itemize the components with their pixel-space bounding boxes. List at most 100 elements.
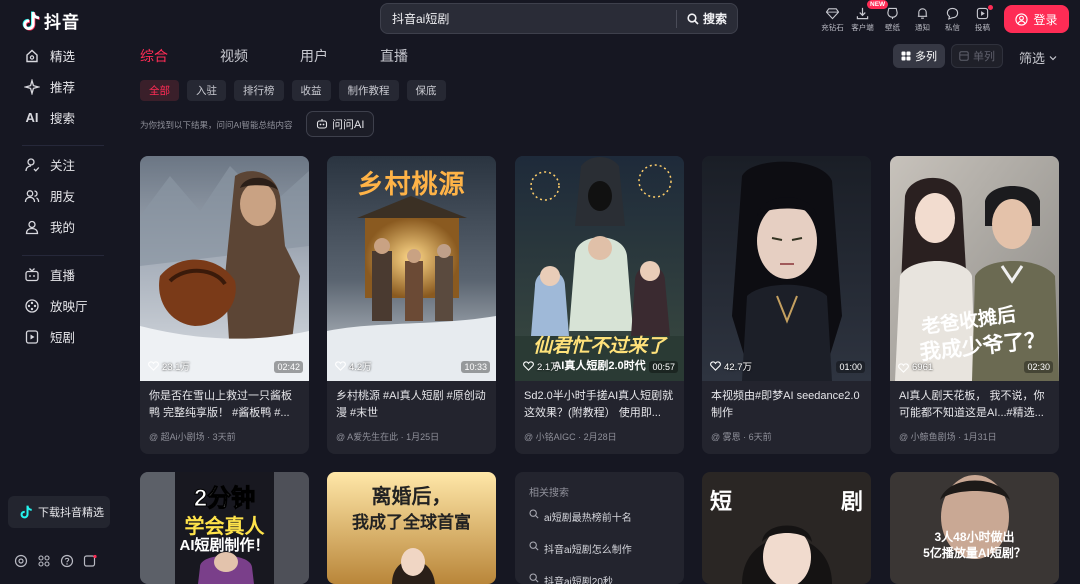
video-card[interactable]: 仙君忙不过来了 AI真人短剧2.0时代 2.1万 00:57 Sd2.0半小时手… [515,156,684,454]
filter-dropdown[interactable]: 筛选 [1019,48,1057,67]
heart-icon [148,361,159,371]
message-button[interactable]: 私信 [938,4,967,33]
chip-all[interactable]: 全部 [140,80,179,101]
video-duration: 10:33 [461,361,490,373]
search-icon [687,12,699,25]
heart-icon [898,362,909,373]
post-time: · 2月28日 [578,432,617,442]
sidebar-item-featured[interactable]: 精选 [14,40,104,71]
cinema-icon [24,298,40,314]
video-meta: @ 超Ai小剧场 · 3天前 [149,430,236,443]
video-thumbnail[interactable]: 乡村桃源 4.2万 10:33 [327,156,496,381]
video-thumbnail[interactable]: 23.1万 02:42 [140,156,309,381]
upload-icon [976,7,989,20]
settings-icon[interactable] [14,554,28,568]
author-name[interactable]: @ A爱先生在此 [336,432,398,442]
thumbnail-title: 2分钟 [193,485,256,513]
video-card[interactable]: 42.7万 01:00 本视频由#即梦AI seedance2.0 制作 @ 雾… [702,156,871,454]
sidebar-item-follow[interactable]: 关注 [14,149,104,180]
download-app-button[interactable]: 下载抖音精选 [8,496,110,528]
author-name[interactable]: @ 小铭AIGC [524,432,576,442]
user-icon [1015,12,1029,26]
apps-grid-icon[interactable] [37,554,51,568]
search-input[interactable] [381,4,676,33]
video-title[interactable]: 本视频由#即梦AI seedance2.0 制作 [711,388,863,422]
video-thumbnail[interactable]: 42.7万 01:00 [702,156,871,381]
multi-column-button[interactable]: 多列 [893,44,945,68]
search-bar: 搜索 [380,3,738,34]
author-name[interactable]: @ 小鲸鱼剧场 [899,432,956,442]
video-title[interactable]: Sd2.0半小时手搓AI真人短剧就这效果？(附教程） 使用即... [524,388,676,422]
message-icon [946,7,959,20]
filter-chips: 全部 入驻 排行榜 收益 制作教程 保底 [140,80,446,101]
video-meta: @ A爱先生在此 · 1月25日 [336,430,439,443]
notification-button[interactable]: 通知 [908,4,937,33]
chip-join[interactable]: 入驻 [187,80,226,101]
feedback-icon[interactable] [83,554,97,568]
thumbnail-title: 乡村桃源 [357,169,466,199]
like-count: 2.1万 [523,359,560,373]
sidebar-item-me[interactable]: 我的 [14,211,104,242]
client-download-button[interactable]: NEW 客户端 [848,0,889,33]
author-name[interactable]: @ 超Ai小剧场 [149,432,205,442]
login-button[interactable]: 登录 [1004,5,1069,33]
sidebar-item-drama[interactable]: 短剧 [14,321,104,352]
video-thumbnail[interactable]: 仙君忙不过来了 AI真人短剧2.0时代 2.1万 00:57 [515,156,684,381]
video-duration: 02:42 [274,361,303,373]
video-thumbnail[interactable]: 老爸收摊后 我成少爷了？ 6961 02:30 [890,156,1059,381]
help-icon[interactable] [60,554,74,568]
like-count-value: 23.1万 [162,362,190,373]
video-title[interactable]: AI真人剧天花板， 我不说，你可能都不知道这是AI...#精选... [899,388,1051,422]
recharge-button[interactable]: 充钻石 [818,4,847,33]
follow-icon [24,157,40,173]
related-search-label: 抖音ai短剧20秒 [544,577,613,584]
tab-live[interactable]: 直播 [380,46,408,66]
thumbnail-title: 仙君忙不过来了 [532,336,666,357]
video-card[interactable]: 乡村桃源 4.2万 10:33 乡村桃源 #AI真人短剧 #原创动漫 #末世 @… [327,156,496,454]
sidebar-item-label: 推荐 [50,81,76,95]
sidebar-item-live[interactable]: 直播 [14,259,104,290]
video-card[interactable]: 3人48小时做出 5亿播放量AI短剧？ [890,472,1059,584]
author-name[interactable]: @ 雾恩 [711,432,741,442]
top-icon-label: 投稿 [975,23,990,32]
heart-icon [335,361,346,371]
tab-all[interactable]: 综合 [140,46,168,66]
sidebar-item-search[interactable]: AI 搜索 [14,102,104,133]
video-title[interactable]: 乡村桃源 #AI真人短剧 #原创动漫 #末世 [336,388,488,422]
sidebar-item-recommend[interactable]: 推荐 [14,71,104,102]
top-icon-label: 通知 [915,23,930,32]
chip-guarantee[interactable]: 保底 [406,80,446,101]
video-card[interactable]: 2分钟 学会真人 AI短剧制作！ [140,472,309,584]
sidebar-item-cinema[interactable]: 放映厅 [14,290,104,321]
tab-user[interactable]: 用户 [300,46,328,66]
list-icon [959,51,969,61]
tab-video[interactable]: 视频 [220,46,248,66]
single-column-button[interactable]: 单列 [951,44,1003,68]
related-searches-title: 相关搜索 [529,488,569,499]
chevron-down-icon [1049,55,1057,60]
bell-icon [917,8,928,19]
douyin-logo-icon [22,10,40,31]
related-search-item[interactable]: ai短剧最热榜前十名 [529,509,670,541]
video-title[interactable]: 你是否在雪山上救过一只酱板鸭 完整纯享版！ #酱板鸭 #... [149,388,301,422]
sidebar-item-friends[interactable]: 朋友 [14,180,104,211]
wallpaper-button[interactable]: 壁纸 [878,4,907,33]
ask-ai-button[interactable]: 问问AI [306,111,375,137]
nav-group-main: 精选 推荐 AI 搜索 [14,40,104,133]
douyin-logo[interactable]: 抖音 [22,8,80,33]
chip-ranking[interactable]: 排行榜 [234,80,284,101]
chip-tutorial[interactable]: 制作教程 [338,80,399,101]
result-hint: 为你找到以下结果，问问AI智能总结内容 [140,120,293,130]
video-card[interactable]: 离婚后， 我成了全球首富 [327,472,496,584]
related-search-item[interactable]: 抖音ai短剧怎么制作 [529,541,670,573]
ai-robot-icon [316,119,328,129]
related-search-item[interactable]: 抖音ai短剧20秒 [529,573,670,584]
video-card[interactable]: 23.1万 02:42 你是否在雪山上救过一只酱板鸭 完整纯享版！ #酱板鸭 #… [140,156,309,454]
upload-button[interactable]: 投稿 [968,4,997,33]
sidebar-item-label: 精选 [50,50,76,64]
search-button[interactable]: 搜索 [675,9,737,28]
sparkle-icon [24,78,40,95]
video-card[interactable]: 老爸收摊后 我成少爷了？ 6961 02:30 AI真人剧天花板， 我不说，你可… [890,156,1059,454]
chip-earnings[interactable]: 收益 [291,80,331,101]
video-card[interactable]: 短 剧 [702,472,871,584]
